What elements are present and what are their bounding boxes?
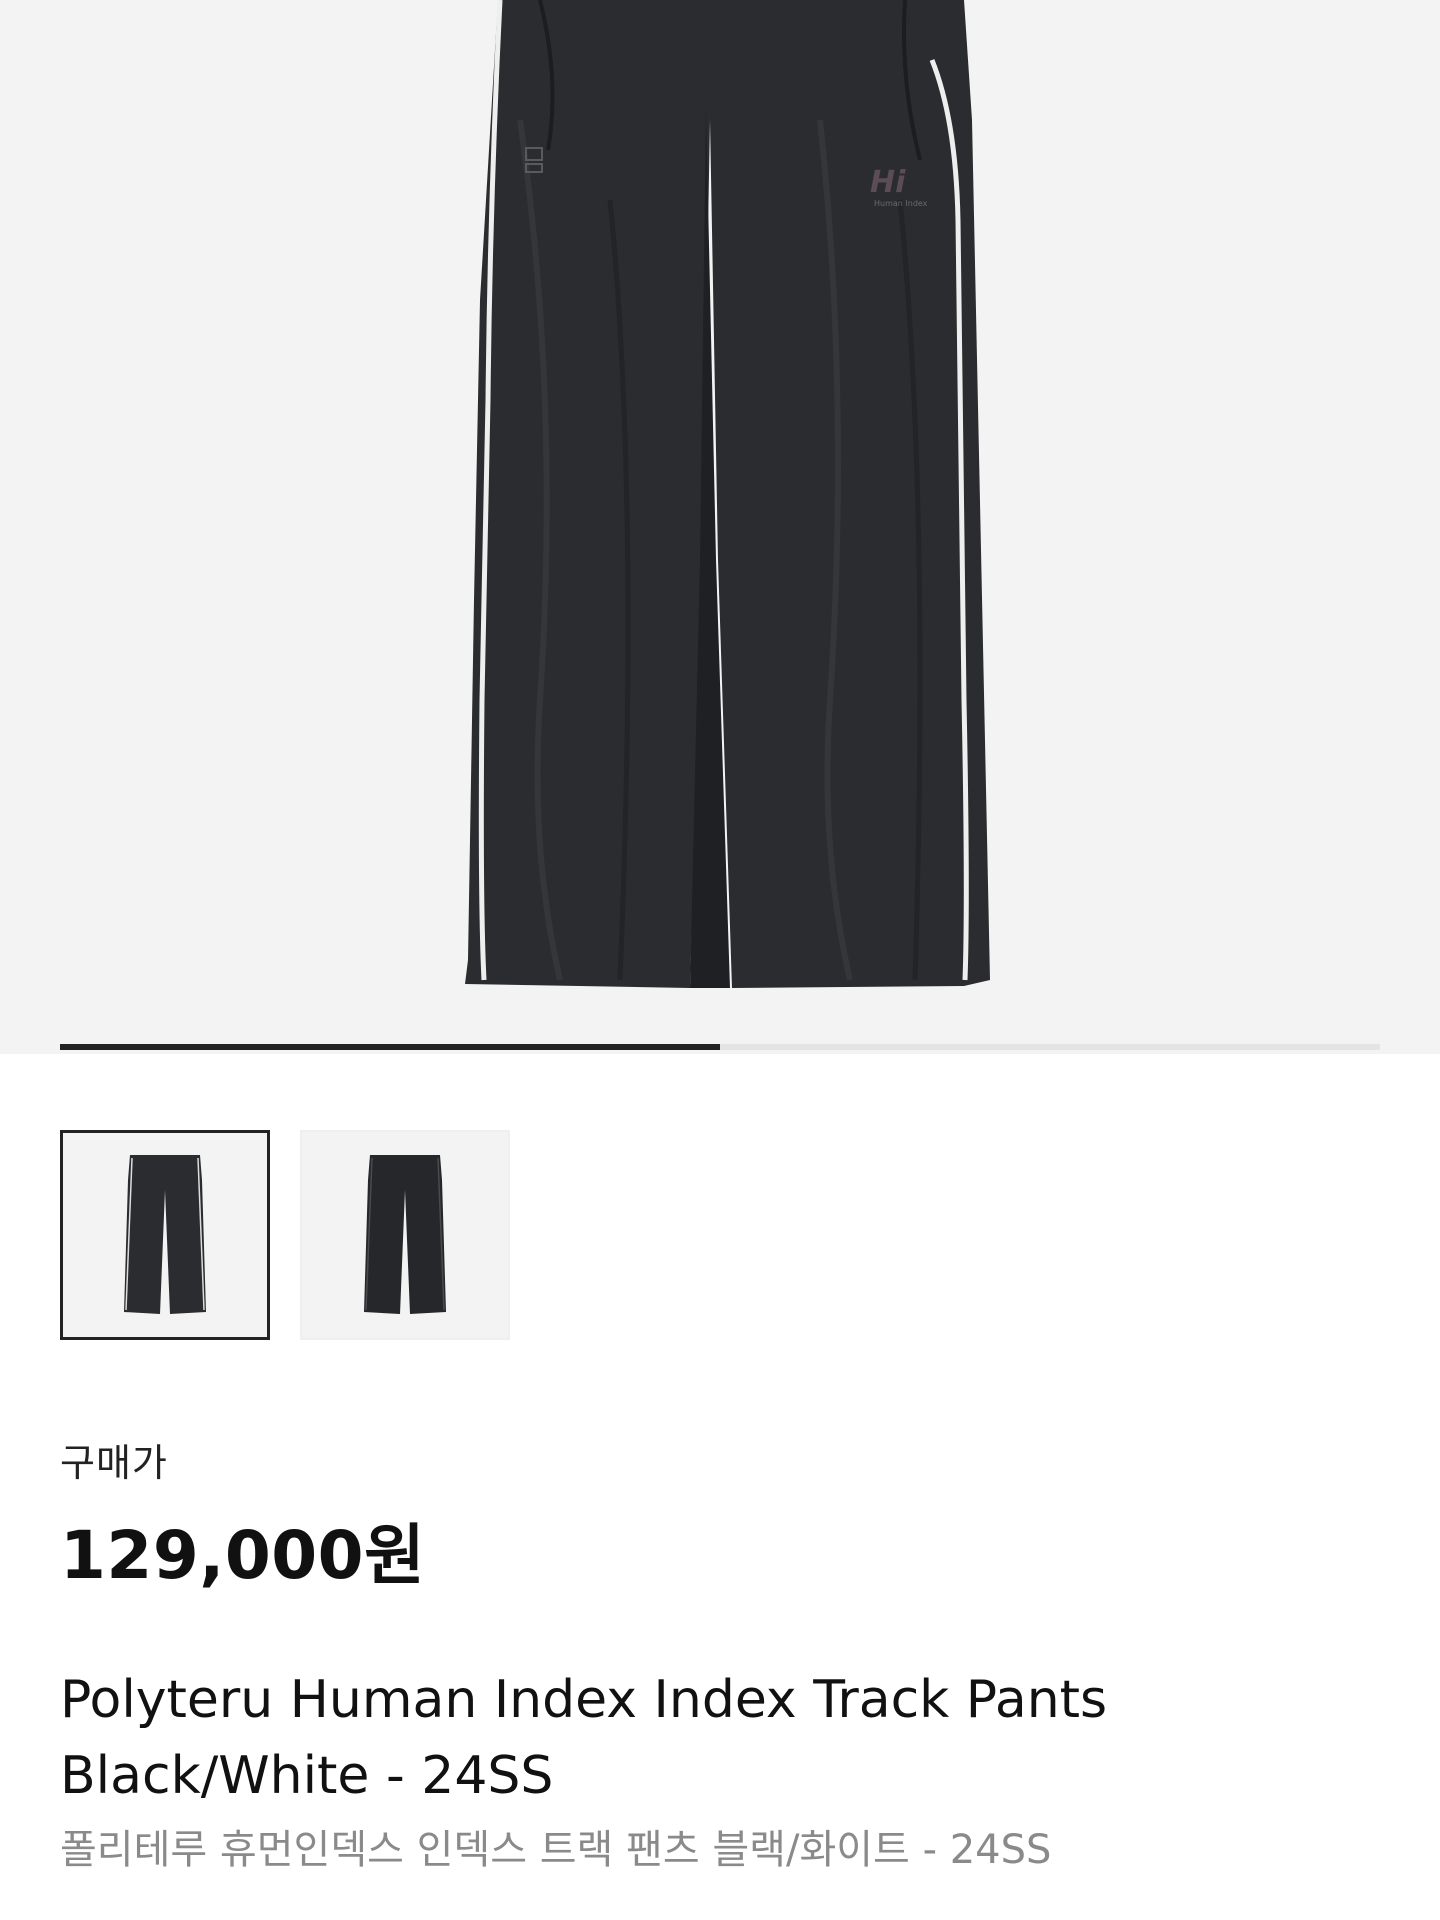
- carousel-progress-fill: [60, 1044, 720, 1050]
- thumbnail-2[interactable]: [300, 1130, 510, 1340]
- carousel-progress-bar: [60, 1044, 1380, 1050]
- svg-text:Human Index: Human Index: [874, 199, 928, 208]
- thumbnail-pants-image: [364, 1155, 446, 1314]
- price-value: 129,000원: [60, 1517, 426, 1594]
- product-title-ko: 폴리테루 휴먼인덱스 인덱스 트랙 팬츠 블랙/화이트 - 24SS: [60, 1827, 1052, 1873]
- track-pants-image: Hi Human Index: [465, 0, 990, 988]
- price-label: 구매가: [60, 1441, 168, 1485]
- thumbnail-pants-image: [124, 1155, 206, 1314]
- svg-text:Hi: Hi: [870, 165, 906, 200]
- thumbnail-1[interactable]: [60, 1130, 270, 1340]
- product-title-en: Polyteru Human Index Index Track Pants B…: [60, 1670, 1108, 1806]
- product-hero-image[interactable]: Hi Human Index: [0, 0, 1440, 1054]
- thumbnail-strip: [60, 1130, 510, 1340]
